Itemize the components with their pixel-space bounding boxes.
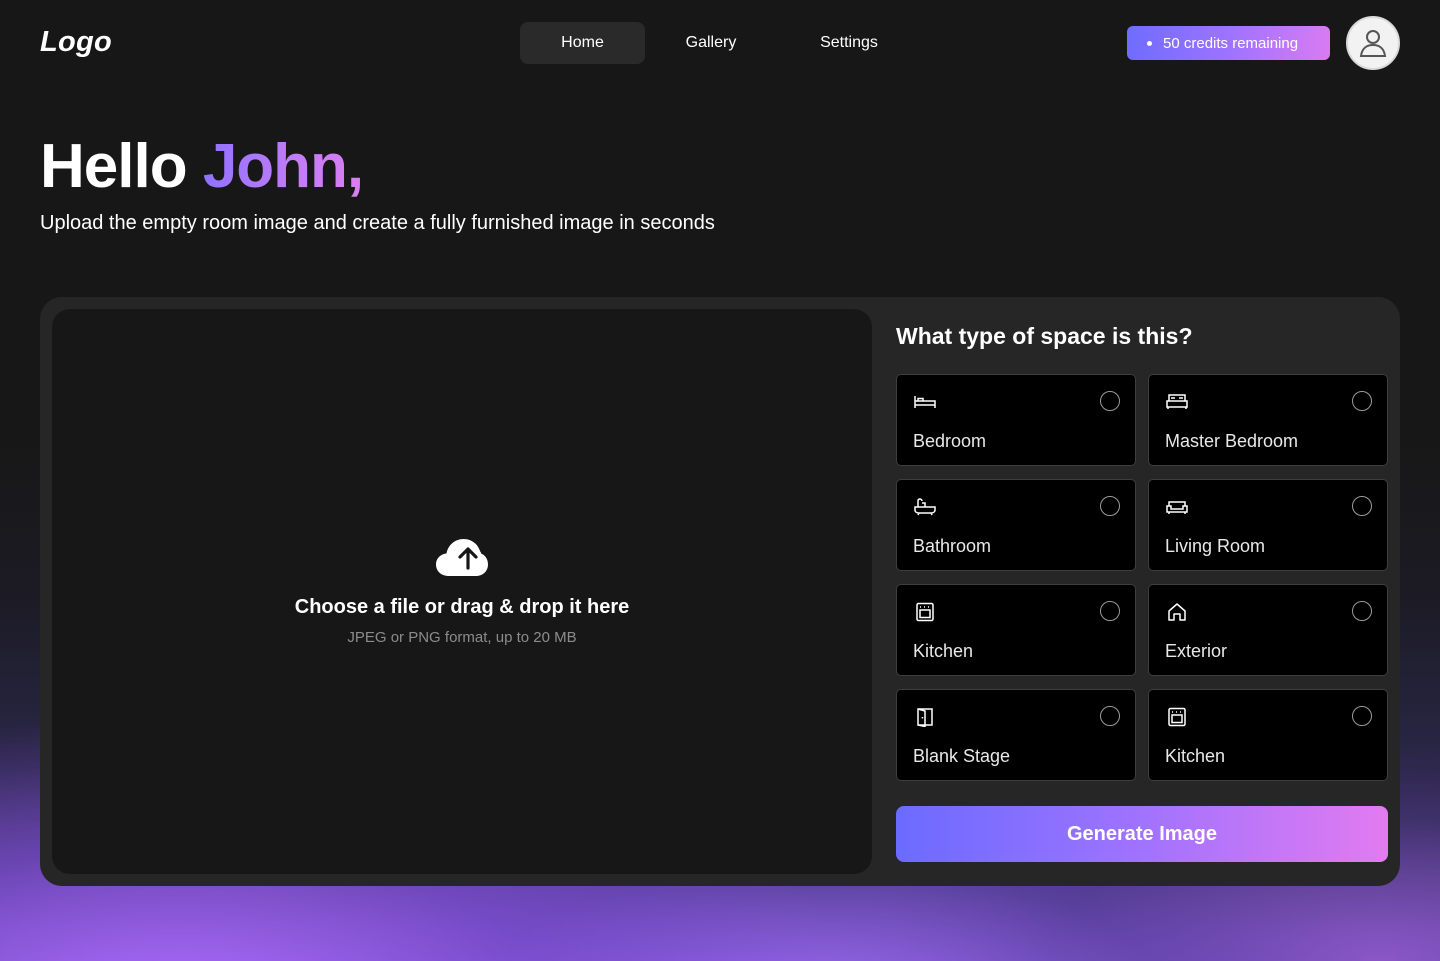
- bathtub-icon: [914, 498, 936, 516]
- option-label: Kitchen: [1165, 746, 1226, 766]
- radio-button[interactable]: [1352, 601, 1372, 621]
- greeting-heading: Hello John,: [40, 132, 364, 202]
- greeting-word: Hello: [40, 132, 188, 201]
- space-option-exterior[interactable]: Exterior: [1148, 584, 1388, 676]
- header: Logo Home Gallery Settings 50 credits re…: [0, 0, 1440, 86]
- upload-title: Choose a file or drag & drop it here: [294, 595, 630, 618]
- radio-button[interactable]: [1100, 601, 1120, 621]
- radio-button[interactable]: [1352, 496, 1372, 516]
- option-label: Exterior: [1165, 641, 1228, 661]
- credits-dot-icon: [1147, 40, 1152, 46]
- nav-home[interactable]: Home: [520, 22, 645, 64]
- option-label: Living Room: [1165, 536, 1266, 556]
- house-icon: [1168, 603, 1186, 621]
- main-nav: Home Gallery Settings: [520, 22, 921, 64]
- nav-gallery[interactable]: Gallery: [645, 22, 777, 64]
- oven-icon: [1168, 707, 1186, 727]
- user-icon: [1359, 30, 1387, 57]
- space-option-living-room[interactable]: Living Room: [1148, 479, 1388, 571]
- option-label: Bathroom: [913, 536, 992, 556]
- radio-button[interactable]: [1100, 496, 1120, 516]
- radio-button[interactable]: [1352, 391, 1372, 411]
- bed-icon: [914, 396, 936, 408]
- option-label: Kitchen: [913, 641, 974, 661]
- double-bed-icon: [1166, 394, 1188, 409]
- space-type-grid: Bedroom Master Bedroom Bathroom Living R…: [896, 374, 1388, 781]
- oven-icon: [916, 602, 934, 622]
- upload-dropzone[interactable]: Choose a file or drag & drop it here JPE…: [52, 309, 872, 874]
- space-option-bedroom[interactable]: Bedroom: [896, 374, 1136, 466]
- avatar-button[interactable]: [1346, 16, 1400, 70]
- space-option-kitchen-2[interactable]: Kitchen: [1148, 689, 1388, 781]
- radio-button[interactable]: [1100, 391, 1120, 411]
- option-label: Bedroom: [913, 431, 987, 451]
- greeting-name: John,: [202, 132, 364, 201]
- upload-hint: JPEG or PNG format, up to 20 MB: [347, 628, 577, 646]
- space-option-kitchen[interactable]: Kitchen: [896, 584, 1136, 676]
- generate-image-button[interactable]: Generate Image: [896, 806, 1388, 862]
- space-option-bathroom[interactable]: Bathroom: [896, 479, 1136, 571]
- space-type-section: What type of space is this? Bedroom Mast…: [896, 321, 1388, 862]
- credits-label: 50 credits remaining: [1163, 34, 1299, 52]
- page-subtitle: Upload the empty room image and create a…: [40, 212, 715, 234]
- option-label: Master Bedroom: [1165, 431, 1299, 451]
- credits-badge[interactable]: 50 credits remaining: [1127, 26, 1330, 60]
- radio-button[interactable]: [1100, 706, 1120, 726]
- option-label: Blank Stage: [913, 746, 1011, 766]
- space-type-question: What type of space is this?: [896, 323, 1193, 349]
- radio-button[interactable]: [1352, 706, 1372, 726]
- logo[interactable]: Logo: [40, 26, 112, 59]
- space-option-blank-stage[interactable]: Blank Stage: [896, 689, 1136, 781]
- sofa-icon: [1166, 501, 1188, 514]
- main-panel: Choose a file or drag & drop it here JPE…: [40, 297, 1400, 886]
- cloud-upload-icon: [435, 538, 489, 578]
- nav-settings[interactable]: Settings: [777, 22, 921, 64]
- space-option-master-bedroom[interactable]: Master Bedroom: [1148, 374, 1388, 466]
- door-icon: [917, 708, 933, 727]
